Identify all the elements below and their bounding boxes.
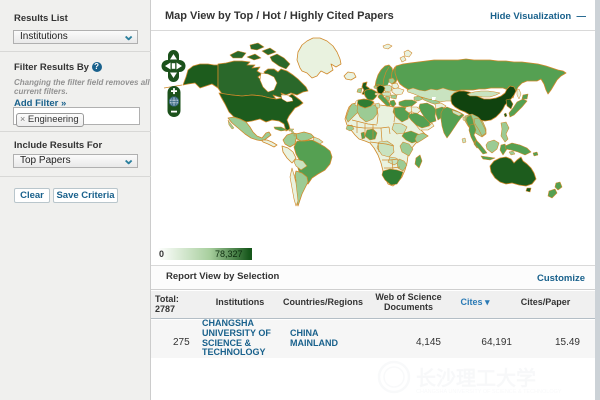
svg-text:长沙理工大学: 长沙理工大学	[416, 366, 536, 390]
svg-text:CHANGSHA UNIVERSITY OF SCIENCE: CHANGSHA UNIVERSITY OF SCIENCE & TECHNOL…	[416, 389, 562, 395]
